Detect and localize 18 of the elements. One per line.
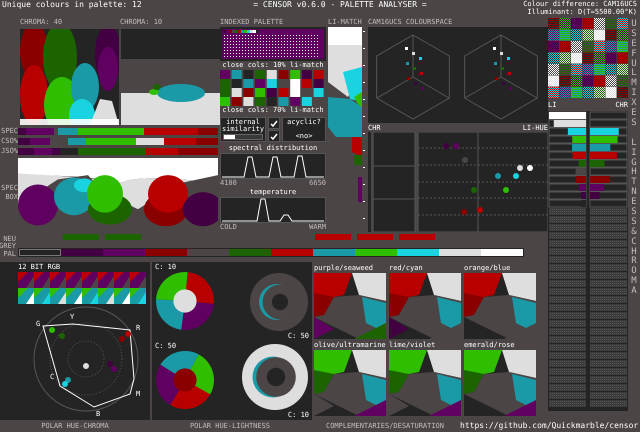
complementary-map-drawing [464,273,536,339]
github-link[interactable]: https://github.com/Quickmarble/censor [460,421,640,431]
complementary-map-drawing [314,350,386,416]
complementary-map-drawing [314,273,386,339]
hue-lightness-disc-drawing [155,350,215,410]
complementary-map-drawing [389,350,461,416]
hue-lightness-ring-drawing [249,272,309,332]
complementary-map-drawing [389,273,461,339]
checkbox[interactable] [268,130,280,142]
hue-lightness-ring-drawing [241,343,309,411]
checkbox[interactable] [268,117,280,129]
vertical-heading: LIGHTNESS & CHROMA [630,138,638,298]
app-title: = CENSOR v0.6.0 - PALETTE ANALYSER = [252,0,428,9]
hue-lightness-disc-drawing [155,271,215,331]
vertical-heading: USEFUL MIXES [630,20,638,129]
complementary-map-drawing [464,350,536,416]
palette-count-label: Unique colours in palette: 12 [1,0,143,9]
similarity-slider[interactable] [223,134,263,140]
